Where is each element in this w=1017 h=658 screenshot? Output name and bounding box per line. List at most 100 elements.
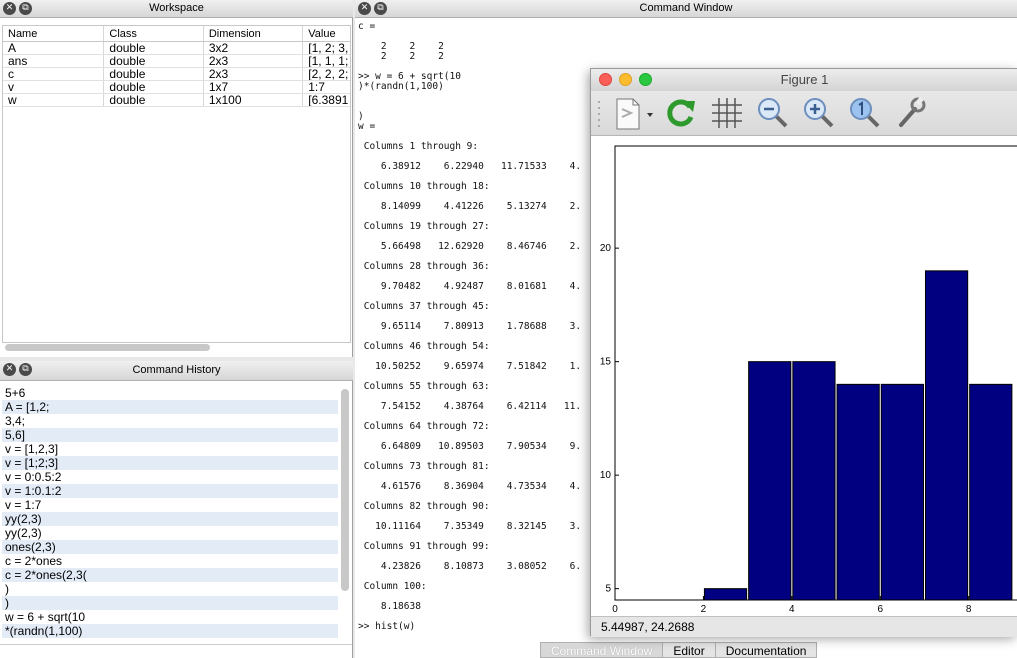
history-footer <box>0 644 352 658</box>
bottom-tabs: Command Window Editor Documentation <box>540 642 818 658</box>
output-line: 2 2 2 <box>358 41 444 52</box>
variable-name: A <box>3 42 105 54</box>
list-item[interactable]: v = [1;2;3] <box>2 456 338 470</box>
list-item[interactable]: *(randn(1,100) <box>2 624 338 638</box>
list-item[interactable]: v = 1:7 <box>2 498 338 512</box>
variable-dimension: 3x2 <box>204 42 304 54</box>
figure-toolbar <box>591 91 1017 136</box>
variable-name: w <box>3 94 105 106</box>
column-header-class[interactable]: Class <box>104 26 204 41</box>
close-window-icon[interactable] <box>599 73 612 86</box>
table-row[interactable]: Adouble 3x2 [1, 2; 3, <box>3 42 350 55</box>
figure-title: Figure 1 <box>780 72 829 87</box>
y-tick-label: 15 <box>600 357 612 368</box>
workspace-title-bar: ✕ ⧉ Workspace <box>0 0 353 18</box>
toolbar-grip-icon <box>598 101 600 127</box>
variable-dimension: 1x100 <box>204 94 304 106</box>
x-tick-label: 8 <box>966 604 972 615</box>
command-window-title: Command Window <box>639 2 733 14</box>
tab-editor[interactable]: Editor <box>662 642 716 658</box>
variable-class: double <box>104 94 204 106</box>
zoom-reset-icon[interactable] <box>847 95 883 131</box>
column-header-dimension[interactable]: Dimension <box>204 26 304 41</box>
output-line: 2 2 2 <box>358 51 444 62</box>
tab-documentation[interactable]: Documentation <box>714 642 818 658</box>
variable-value: [6.3891 <box>308 94 349 106</box>
list-item[interactable]: ) <box>2 582 338 596</box>
table-row[interactable]: c double 2x3 [2, 2, 2; <box>3 68 350 81</box>
table-row[interactable]: w double 1x100 [6.3891 <box>3 94 350 107</box>
close-icon[interactable]: ✕ <box>3 363 16 376</box>
undock-icon[interactable]: ⧉ <box>19 2 32 15</box>
list-item[interactable]: ) <box>2 596 338 610</box>
undock-icon[interactable]: ⧉ <box>19 363 32 376</box>
variable-dimension: 1x7 <box>204 81 304 93</box>
zoom-out-icon[interactable] <box>755 95 791 131</box>
list-item[interactable]: yy(2,3) <box>2 512 338 526</box>
command-history-panel: ✕ ⧉ Command History 5+6 A = [1,2; 3,4; 5,6]… <box>0 361 353 658</box>
x-tick-label: 0 <box>612 604 618 615</box>
table-row[interactable]: ans double 2x3 [1, 1, 1; <box>3 55 350 68</box>
refresh-icon[interactable] <box>663 95 699 131</box>
list-item[interactable]: 5,6] <box>2 428 338 442</box>
status-bar: 5.44987, 24.2688 <box>591 616 1017 637</box>
variable-value: 1:7 <box>308 81 325 93</box>
list-item[interactable]: v = [1,2,3] <box>2 442 338 456</box>
undock-icon[interactable]: ⧉ <box>374 2 387 15</box>
list-item[interactable]: c = 2*ones(2,3( <box>2 568 338 582</box>
variable-value: [2, 2, 2; <box>308 68 349 80</box>
workspace-table-header: Name Class Dimension Value <box>3 26 350 42</box>
histogram-bar <box>836 383 880 601</box>
history-list: 5+6 A = [1,2; 3,4; 5,6] v = [1,2,3] v = [1;2;… <box>2 386 338 644</box>
minimize-window-icon[interactable] <box>619 73 632 86</box>
variable-class: double <box>104 42 204 54</box>
histogram-bar <box>880 383 924 601</box>
x-tick-label: 4 <box>789 604 795 615</box>
command-window-title-bar: ✕ ⧉ Command Window <box>355 0 1017 18</box>
plot-area[interactable]: 5 10 15 20 0 2 4 6 8 <box>591 136 1017 616</box>
variable-class: double <box>104 68 204 80</box>
history-title-bar: ✕ ⧉ Command History <box>0 361 353 381</box>
list-item[interactable]: c = 2*ones <box>2 554 338 568</box>
workspace-panel: ✕ ⧉ Workspace Name Class Dimension Value… <box>0 0 353 357</box>
tab-command-window[interactable]: Command Window <box>540 642 664 658</box>
list-item[interactable]: 5+6 <box>2 386 338 400</box>
y-tick-label: 10 <box>600 470 612 481</box>
variable-class: double <box>104 55 204 67</box>
y-tick-label: 20 <box>600 243 612 254</box>
cursor-coordinates: 5.44987, 24.2688 <box>601 620 695 634</box>
y-tick-label: 5 <box>605 584 611 595</box>
zoom-in-icon[interactable] <box>801 95 837 131</box>
variable-name: c <box>3 68 105 80</box>
list-item[interactable]: v = 0:0.5:2 <box>2 470 338 484</box>
histogram-chart[interactable]: 5 10 15 20 0 2 4 6 8 <box>591 136 1017 616</box>
list-item[interactable]: ones(2,3) <box>2 540 338 554</box>
variable-class: double <box>104 81 204 93</box>
figure-title-bar[interactable]: Figure 1 <box>591 69 1017 91</box>
workspace-title: Workspace <box>149 2 204 14</box>
x-tick-label: 6 <box>877 604 883 615</box>
variable-name: ans <box>3 55 105 67</box>
list-item[interactable]: A = [1,2; <box>2 400 338 414</box>
close-icon[interactable]: ✕ <box>358 2 371 15</box>
list-item[interactable]: 3,4; <box>2 414 338 428</box>
column-header-name[interactable]: Name <box>3 26 105 41</box>
maximize-window-icon[interactable] <box>639 73 652 86</box>
grid-icon[interactable] <box>709 95 745 131</box>
histogram-bar <box>703 588 748 601</box>
list-item[interactable]: v = 1:0.1:2 <box>2 484 338 498</box>
new-figure-icon[interactable] <box>611 95 657 131</box>
variable-dimension: 2x3 <box>204 68 304 80</box>
workspace-table: Name Class Dimension Value Adouble 3x2 [1,… <box>2 25 351 343</box>
table-row[interactable]: v double 1x7 1:7 <box>3 81 350 94</box>
vertical-scrollbar[interactable] <box>341 389 349 591</box>
variable-name: v <box>3 81 105 93</box>
close-icon[interactable]: ✕ <box>3 2 16 15</box>
list-item[interactable]: yy(2,3) <box>2 526 338 540</box>
list-item[interactable]: w = 6 + sqrt(10 <box>2 610 338 624</box>
column-header-value[interactable]: Value <box>303 26 350 41</box>
wrench-icon[interactable] <box>893 95 929 131</box>
variable-value: [1, 1, 1; <box>308 55 349 67</box>
horizontal-scrollbar[interactable] <box>5 344 210 351</box>
